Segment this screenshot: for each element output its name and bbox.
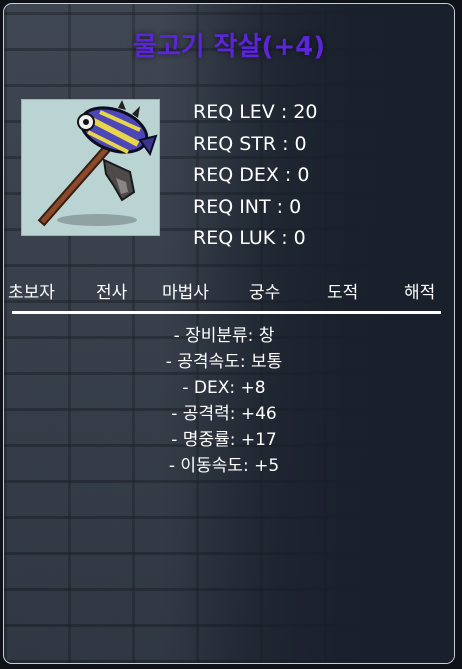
item-name: 물고기 작살(+4) [132,32,326,62]
req-str: REQ STR : 0 [193,132,307,155]
stat-category: - 장비분류: 창 [173,326,275,346]
stat-speed: - 이동속도: +5 [168,456,280,476]
job-bowman: 궁수 [249,283,281,303]
fish-harpoon-icon [37,100,158,227]
item-tooltip: 물고기 작살(+4) REQ LEV : 20 REQ STR: 0 REQ … [3,3,455,664]
item-stats: - 장비분류: 창 - 공격속도: 보통 - DEX: +8 - 공격력: +4… [4,323,454,479]
job-warrior: 전사 [96,283,128,303]
stat-accuracy: - 명중률: +17 [171,430,277,450]
stat-dex: - DEX: +8 [182,378,266,398]
req-int: REQ INT : 0 [193,195,302,218]
req-dex: REQ DEX : 0 [193,164,310,186]
job-list: 초보자 전사 마법사 궁수 도적 해적 [4,278,454,304]
req-level: REQ LEV : 20 [193,101,318,123]
job-beginner: 초보자 [8,283,55,303]
stat-attack: - 공격력: +46 [171,404,277,424]
item-icon-frame [21,99,160,236]
req-luk: REQ LUK : 0 [193,227,306,249]
divider [12,311,441,314]
job-magician: 마법사 [162,283,209,303]
job-pirate: 해적 [404,283,436,303]
stat-attack-speed: - 공격속도: 보통 [165,352,283,372]
requirements-list: REQ LEV : 20 REQ STR : 0 REQ DEX : 0 REQ… [193,97,317,255]
job-thief: 도적 [327,283,359,303]
